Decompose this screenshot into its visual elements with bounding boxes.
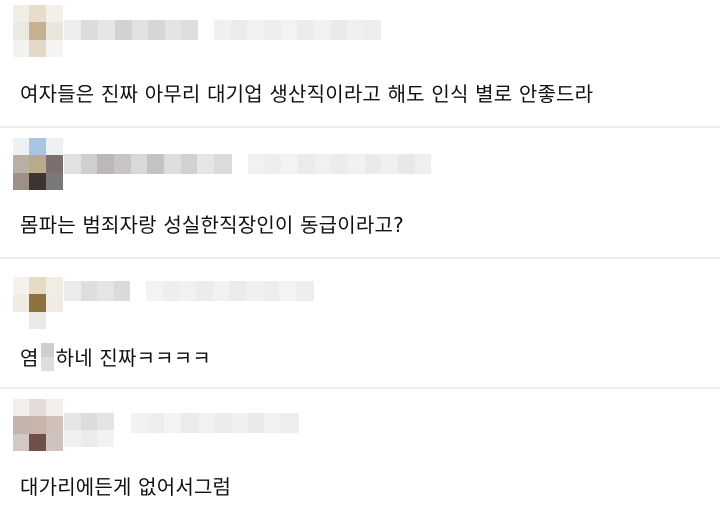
comment-text: 몸파는 범죄자랑 성실한직장인이 동급이라고? xyxy=(20,213,404,237)
username[interactable] xyxy=(64,413,114,447)
comment-text: 여자들은 진짜 아무리 대기업 생산직이라고 해도 인식 별로 안좋드라 xyxy=(20,82,594,106)
comment-text: 대가리에든게 없어서그럼 xyxy=(20,475,232,499)
comment-item: 대가리에든게 없어서그럼 xyxy=(0,389,720,506)
username[interactable] xyxy=(64,20,198,40)
comment-text-end: 하네 진짜ㅋㅋㅋㅋ xyxy=(55,346,211,370)
censor-block xyxy=(40,343,54,371)
username[interactable] xyxy=(64,154,232,174)
timestamp xyxy=(146,281,314,301)
avatar[interactable] xyxy=(13,138,63,190)
username[interactable] xyxy=(64,281,130,301)
timestamp xyxy=(214,20,381,40)
timestamp xyxy=(248,154,431,174)
comment-item: 몸파는 범죄자랑 성실한직장인이 동급이라고? xyxy=(0,128,720,257)
timestamp xyxy=(131,413,299,433)
avatar[interactable] xyxy=(13,399,63,451)
comment-text-start: 염 xyxy=(20,346,39,370)
comment-list: 여자들은 진짜 아무리 대기업 생산직이라고 해도 인식 별로 안좋드라 몸파는… xyxy=(0,0,720,506)
avatar[interactable] xyxy=(13,5,63,57)
avatar[interactable] xyxy=(13,277,63,329)
comment-item: 여자들은 진짜 아무리 대기업 생산직이라고 해도 인식 별로 안좋드라 xyxy=(0,0,720,127)
comment-item: 염 하네 진짜ㅋㅋㅋㅋ xyxy=(0,259,720,387)
comment-text: 염 하네 진짜ㅋㅋㅋㅋ xyxy=(20,343,211,371)
